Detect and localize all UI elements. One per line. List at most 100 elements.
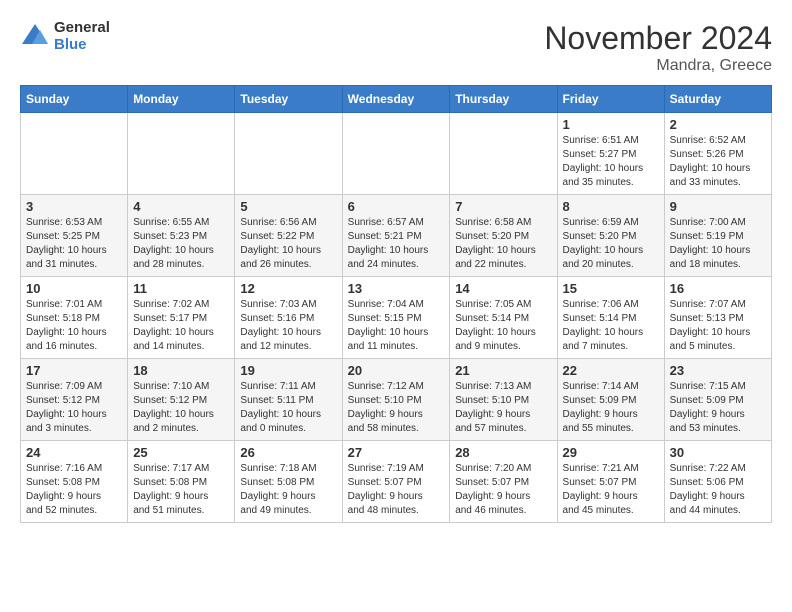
- calendar-cell: 13 Sunrise: 7:04 AMSunset: 5:15 PMDayligh…: [342, 277, 450, 359]
- day-info: Sunrise: 7:11 AMSunset: 5:11 PMDaylight:…: [240, 380, 336, 436]
- day-info: Sunrise: 6:51 AMSunset: 5:27 PMDaylight:…: [563, 134, 659, 190]
- day-info: Sunrise: 7:14 AMSunset: 5:09 PMDaylight:…: [563, 380, 659, 436]
- day-number: 16: [670, 281, 766, 296]
- calendar-cell: 25 Sunrise: 7:17 AMSunset: 5:08 PMDayligh…: [128, 441, 235, 523]
- calendar-body: 1 Sunrise: 6:51 AMSunset: 5:27 PMDaylight…: [21, 113, 772, 523]
- header-day-monday: Monday: [128, 86, 235, 113]
- calendar-cell: [450, 113, 557, 195]
- calendar-cell: 29 Sunrise: 7:21 AMSunset: 5:07 PMDayligh…: [557, 441, 664, 523]
- day-number: 11: [133, 281, 229, 296]
- header-day-thursday: Thursday: [450, 86, 557, 113]
- day-info: Sunrise: 7:22 AMSunset: 5:06 PMDaylight:…: [670, 462, 766, 518]
- header: General Blue November 2024 Mandra, Greec…: [20, 20, 772, 75]
- day-number: 3: [26, 199, 122, 214]
- logo-general-text: General: [54, 20, 110, 37]
- day-number: 27: [348, 445, 445, 460]
- day-number: 28: [455, 445, 551, 460]
- calendar-cell: 11Sunrise: 7:02 AMSunset: 5:17 PMDayligh…: [128, 277, 235, 359]
- day-number: 12: [240, 281, 336, 296]
- header-day-tuesday: Tuesday: [235, 86, 342, 113]
- day-info: Sunrise: 7:16 AMSunset: 5:08 PMDaylight:…: [26, 462, 122, 518]
- day-number: 14: [455, 281, 551, 296]
- calendar-cell: 10 Sunrise: 7:01 AMSunset: 5:18 PMDayligh…: [21, 277, 128, 359]
- logo: General Blue: [20, 20, 110, 53]
- day-number: 7: [455, 199, 551, 214]
- calendar-cell: 27 Sunrise: 7:19 AMSunset: 5:07 PMDayligh…: [342, 441, 450, 523]
- calendar-cell: 14 Sunrise: 7:05 AMSunset: 5:14 PMDayligh…: [450, 277, 557, 359]
- day-number: 17: [26, 363, 122, 378]
- day-number: 23: [670, 363, 766, 378]
- day-info: Sunrise: 6:58 AMSunset: 5:20 PMDaylight:…: [455, 216, 551, 272]
- calendar-cell: 7 Sunrise: 6:58 AMSunset: 5:20 PMDaylight…: [450, 195, 557, 277]
- calendar-cell: 15Sunrise: 7:06 AMSunset: 5:14 PMDayligh…: [557, 277, 664, 359]
- day-number: 13: [348, 281, 445, 296]
- calendar-cell: 23Sunrise: 7:15 AMSunset: 5:09 PMDayligh…: [664, 359, 771, 441]
- calendar-cell: 18 Sunrise: 7:10 AMSunset: 5:12 PMDayligh…: [128, 359, 235, 441]
- week-row-1: 1 Sunrise: 6:51 AMSunset: 5:27 PMDaylight…: [21, 113, 772, 195]
- day-number: 20: [348, 363, 445, 378]
- day-number: 8: [563, 199, 659, 214]
- week-row-3: 10 Sunrise: 7:01 AMSunset: 5:18 PMDayligh…: [21, 277, 772, 359]
- logo-icon: [20, 22, 50, 52]
- day-info: Sunrise: 7:10 AMSunset: 5:12 PMDaylight:…: [133, 380, 229, 436]
- calendar-cell: 9 Sunrise: 7:00 AMSunset: 5:19 PMDaylight…: [664, 195, 771, 277]
- day-info: Sunrise: 7:06 AMSunset: 5:14 PMDaylight:…: [563, 298, 659, 354]
- calendar-header: SundayMondayTuesdayWednesdayThursdayFrid…: [21, 86, 772, 113]
- day-info: Sunrise: 7:01 AMSunset: 5:18 PMDaylight:…: [26, 298, 122, 354]
- day-number: 19: [240, 363, 336, 378]
- header-day-friday: Friday: [557, 86, 664, 113]
- month-title: November 2024: [544, 20, 772, 57]
- week-row-4: 17 Sunrise: 7:09 AMSunset: 5:12 PMDayligh…: [21, 359, 772, 441]
- day-info: Sunrise: 7:20 AMSunset: 5:07 PMDaylight:…: [455, 462, 551, 518]
- day-info: Sunrise: 7:04 AMSunset: 5:15 PMDaylight:…: [348, 298, 445, 354]
- day-number: 6: [348, 199, 445, 214]
- calendar-cell: 4 Sunrise: 6:55 AMSunset: 5:23 PMDaylight…: [128, 195, 235, 277]
- day-info: Sunrise: 7:19 AMSunset: 5:07 PMDaylight:…: [348, 462, 445, 518]
- day-info: Sunrise: 6:57 AMSunset: 5:21 PMDaylight:…: [348, 216, 445, 272]
- week-row-5: 24 Sunrise: 7:16 AMSunset: 5:08 PMDayligh…: [21, 441, 772, 523]
- day-info: Sunrise: 7:21 AMSunset: 5:07 PMDaylight:…: [563, 462, 659, 518]
- day-number: 25: [133, 445, 229, 460]
- day-number: 24: [26, 445, 122, 460]
- header-day-saturday: Saturday: [664, 86, 771, 113]
- day-number: 18: [133, 363, 229, 378]
- day-info: Sunrise: 7:17 AMSunset: 5:08 PMDaylight:…: [133, 462, 229, 518]
- calendar-cell: [342, 113, 450, 195]
- calendar-cell: [128, 113, 235, 195]
- location-title: Mandra, Greece: [544, 57, 772, 75]
- day-number: 2: [670, 117, 766, 132]
- logo-blue-text: Blue: [54, 37, 110, 54]
- week-row-2: 3 Sunrise: 6:53 AMSunset: 5:25 PMDaylight…: [21, 195, 772, 277]
- day-info: Sunrise: 6:59 AMSunset: 5:20 PMDaylight:…: [563, 216, 659, 272]
- calendar: SundayMondayTuesdayWednesdayThursdayFrid…: [20, 85, 772, 523]
- day-info: Sunrise: 7:13 AMSunset: 5:10 PMDaylight:…: [455, 380, 551, 436]
- day-info: Sunrise: 6:55 AMSunset: 5:23 PMDaylight:…: [133, 216, 229, 272]
- calendar-cell: 30 Sunrise: 7:22 AMSunset: 5:06 PMDayligh…: [664, 441, 771, 523]
- title-area: November 2024 Mandra, Greece: [544, 20, 772, 75]
- day-number: 4: [133, 199, 229, 214]
- day-info: Sunrise: 7:00 AMSunset: 5:19 PMDaylight:…: [670, 216, 766, 272]
- calendar-cell: 17 Sunrise: 7:09 AMSunset: 5:12 PMDayligh…: [21, 359, 128, 441]
- day-number: 29: [563, 445, 659, 460]
- day-info: Sunrise: 7:09 AMSunset: 5:12 PMDaylight:…: [26, 380, 122, 436]
- day-info: Sunrise: 7:05 AMSunset: 5:14 PMDaylight:…: [455, 298, 551, 354]
- calendar-cell: 2 Sunrise: 6:52 AMSunset: 5:26 PMDaylight…: [664, 113, 771, 195]
- calendar-cell: [21, 113, 128, 195]
- day-number: 10: [26, 281, 122, 296]
- day-info: Sunrise: 6:53 AMSunset: 5:25 PMDaylight:…: [26, 216, 122, 272]
- day-number: 1: [563, 117, 659, 132]
- calendar-cell: [235, 113, 342, 195]
- day-number: 9: [670, 199, 766, 214]
- day-number: 26: [240, 445, 336, 460]
- calendar-cell: 22Sunrise: 7:14 AMSunset: 5:09 PMDayligh…: [557, 359, 664, 441]
- calendar-cell: 19 Sunrise: 7:11 AMSunset: 5:11 PMDayligh…: [235, 359, 342, 441]
- day-info: Sunrise: 6:52 AMSunset: 5:26 PMDaylight:…: [670, 134, 766, 190]
- calendar-cell: 8 Sunrise: 6:59 AMSunset: 5:20 PMDaylight…: [557, 195, 664, 277]
- calendar-cell: 5Sunrise: 6:56 AMSunset: 5:22 PMDaylight…: [235, 195, 342, 277]
- calendar-cell: 21Sunrise: 7:13 AMSunset: 5:10 PMDayligh…: [450, 359, 557, 441]
- calendar-cell: 12Sunrise: 7:03 AMSunset: 5:16 PMDayligh…: [235, 277, 342, 359]
- header-day-sunday: Sunday: [21, 86, 128, 113]
- calendar-cell: 6 Sunrise: 6:57 AMSunset: 5:21 PMDaylight…: [342, 195, 450, 277]
- calendar-cell: 3 Sunrise: 6:53 AMSunset: 5:25 PMDaylight…: [21, 195, 128, 277]
- day-number: 30: [670, 445, 766, 460]
